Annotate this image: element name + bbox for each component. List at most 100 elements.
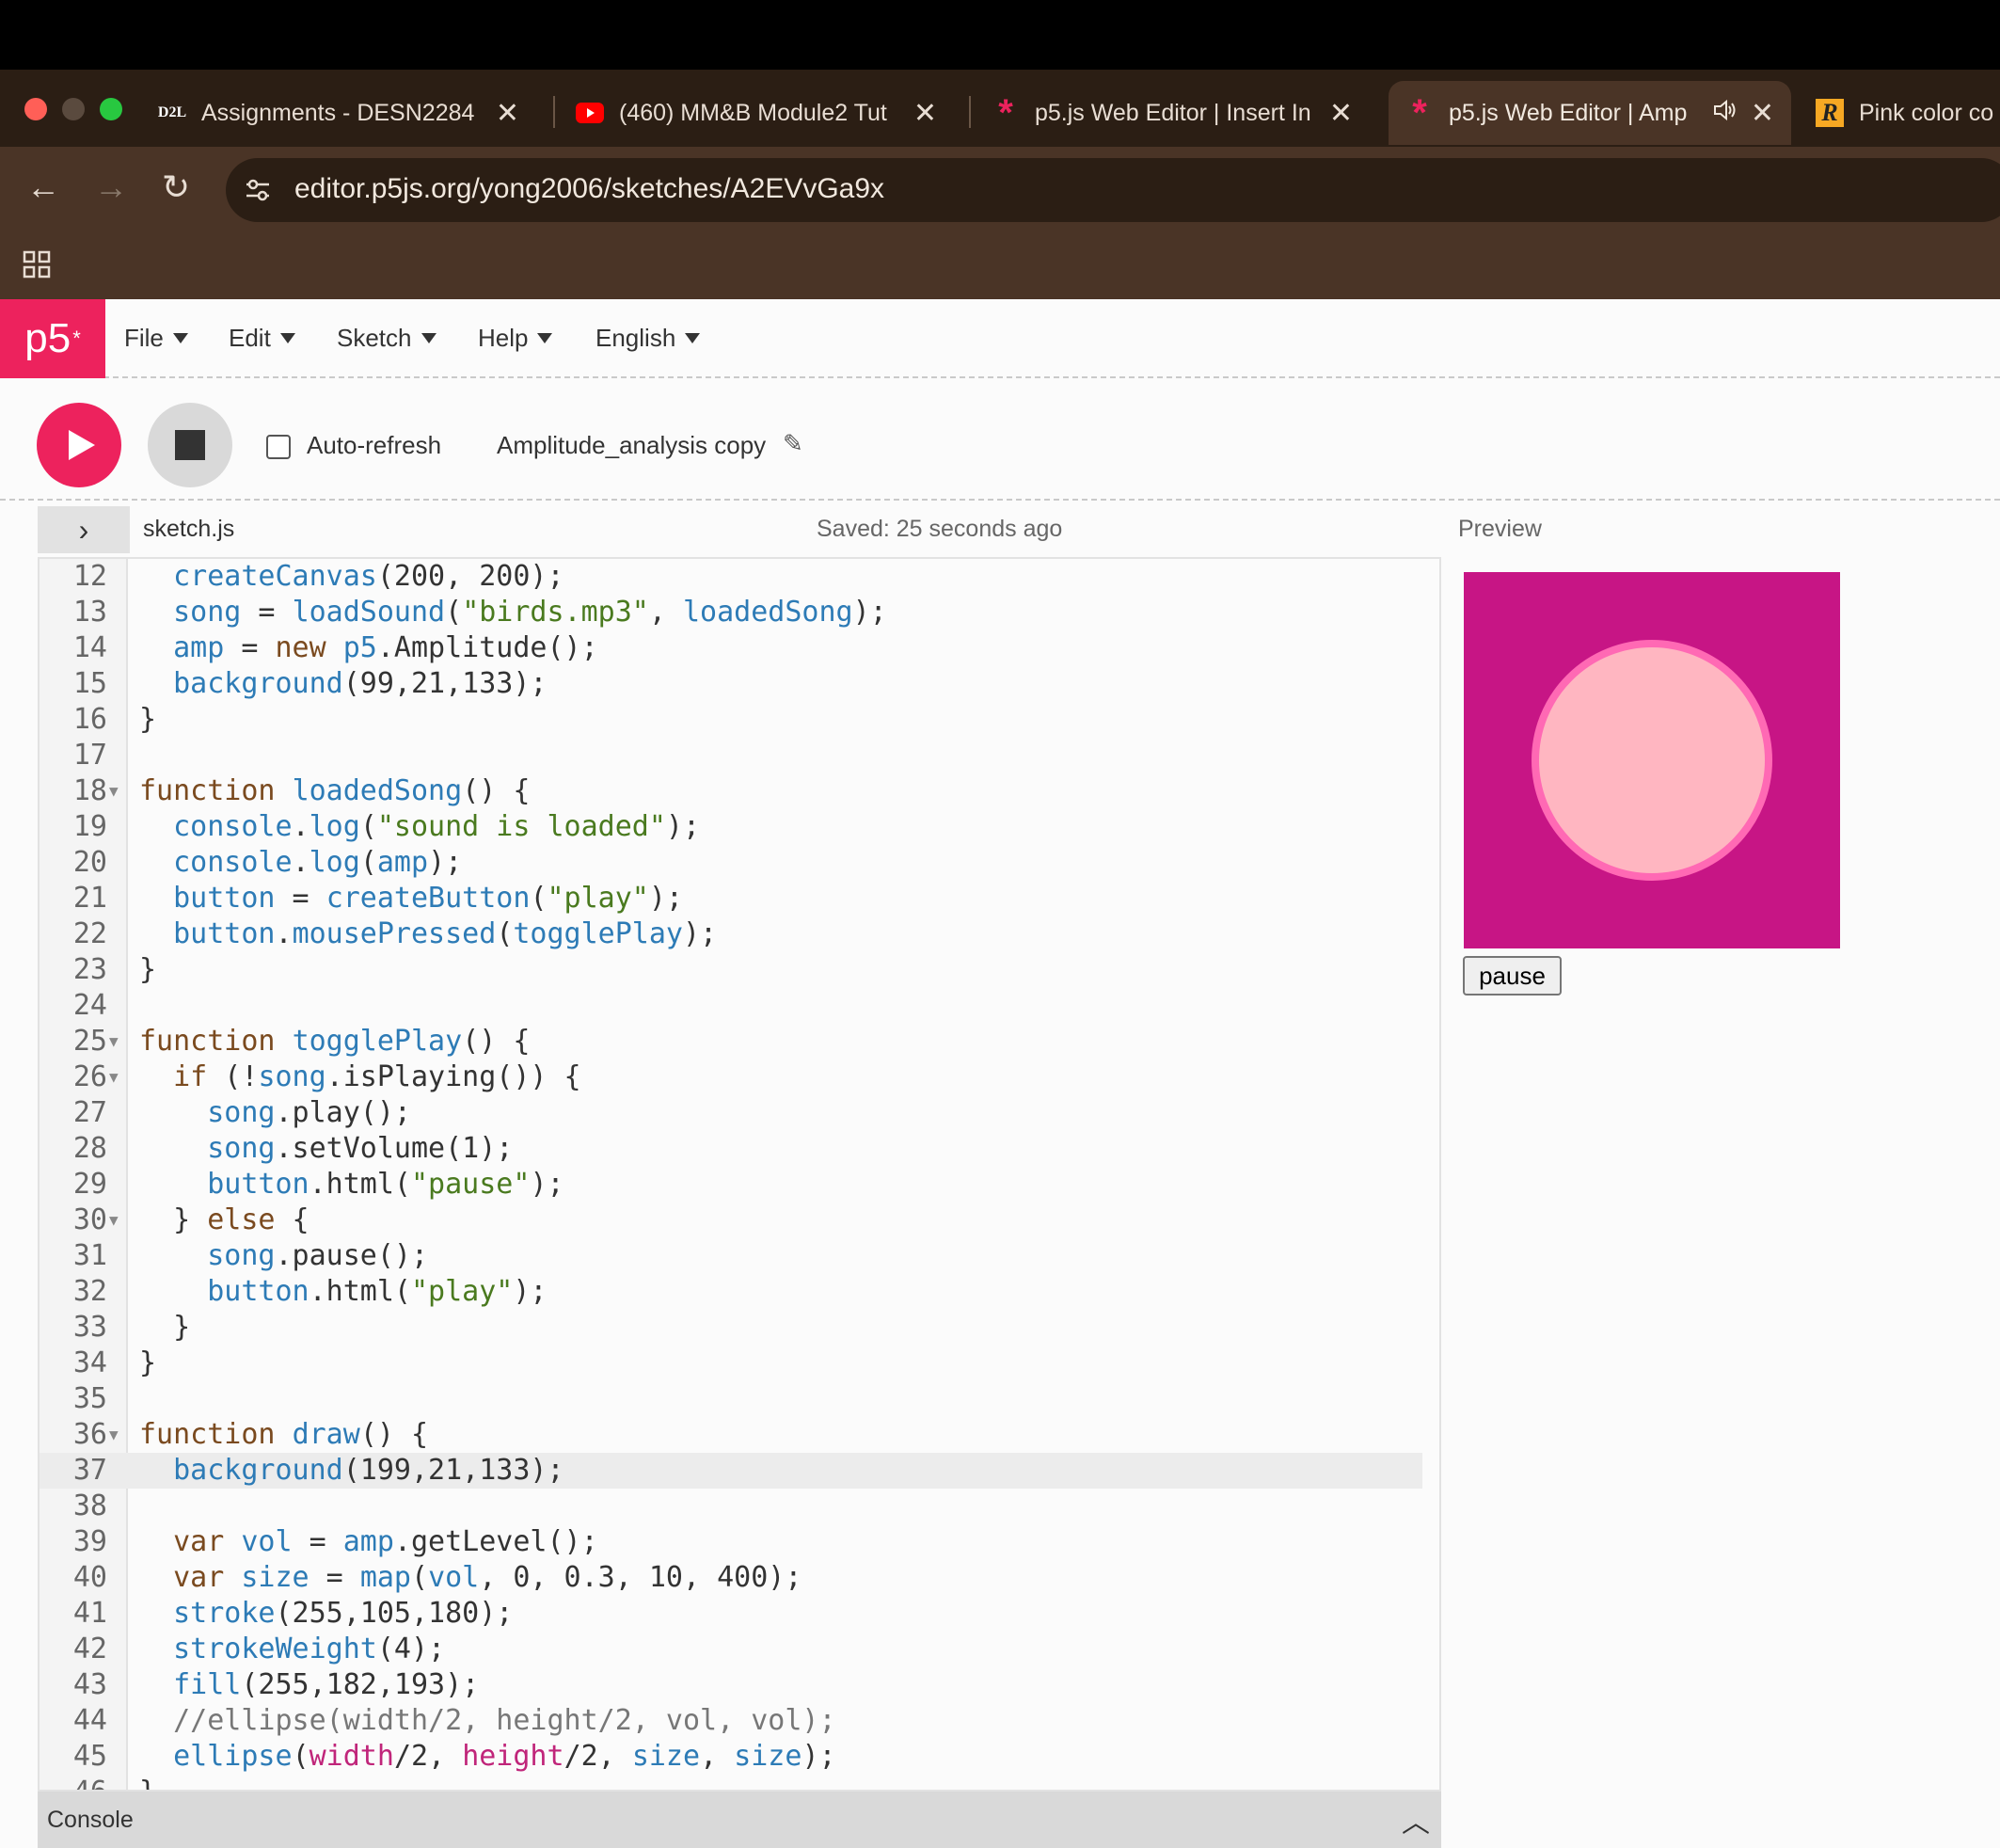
code-line[interactable]: 21 button = createButton("play"); bbox=[40, 881, 1422, 916]
tab-title: p5.js Web Editor | Amp bbox=[1449, 99, 1688, 126]
close-window-icon[interactable] bbox=[24, 98, 47, 120]
pause-button[interactable]: pause bbox=[1463, 956, 1562, 996]
menu-file[interactable]: File bbox=[124, 324, 188, 353]
preview-label: Preview bbox=[1458, 516, 1542, 542]
file-name: sketch.js bbox=[143, 516, 235, 542]
menu-help[interactable]: Help bbox=[478, 324, 553, 353]
code-line[interactable]: 37 background(199,21,133); bbox=[40, 1453, 1422, 1489]
code-line[interactable]: 13 song = loadSound("birds.mp3", loadedS… bbox=[40, 595, 1422, 630]
code-line[interactable]: 41 stroke(255,105,180); bbox=[40, 1596, 1422, 1632]
maximize-window-icon[interactable] bbox=[100, 98, 122, 120]
line-number: 18 bbox=[72, 774, 107, 807]
code-line[interactable]: 46} bbox=[40, 1775, 1422, 1790]
pencil-icon[interactable]: ✎ bbox=[783, 429, 803, 458]
browser-tab[interactable]: (460) MM&B Module2 Tut ✕ bbox=[559, 81, 954, 145]
back-arrow-icon[interactable]: ← bbox=[26, 167, 60, 207]
code-line[interactable]: 35 bbox=[40, 1381, 1422, 1417]
code-line[interactable]: 12 createCanvas(200, 200); bbox=[40, 559, 1422, 595]
browser-tab[interactable]: * p5.js Web Editor | Insert In ✕ bbox=[975, 81, 1370, 145]
reload-icon[interactable]: ↻ bbox=[162, 167, 190, 207]
code-line[interactable]: 36 ▼ function draw() { bbox=[40, 1417, 1422, 1453]
sidebar-toggle-chevron-icon[interactable]: › bbox=[38, 506, 130, 553]
close-tab-icon[interactable]: ✕ bbox=[496, 97, 519, 130]
code-line[interactable]: 27 song.play(); bbox=[40, 1095, 1422, 1131]
code-text: } else { bbox=[139, 1203, 310, 1236]
menu-edit[interactable]: Edit bbox=[229, 324, 295, 353]
menu-sketch[interactable]: Sketch bbox=[337, 324, 437, 353]
editor-toolbar: Auto-refresh Amplitude_analysis copy ✎ bbox=[0, 380, 2000, 501]
code-line[interactable]: 29 button.html("pause"); bbox=[40, 1167, 1422, 1203]
code-text: strokeWeight(4); bbox=[173, 1633, 446, 1665]
code-line[interactable]: 19 console.log("sound is loaded"); bbox=[40, 809, 1422, 845]
code-line[interactable]: 44 //ellipse(width/2, height/2, vol, vol… bbox=[40, 1703, 1422, 1739]
code-editor[interactable]: 12 createCanvas(200, 200); 13 song = load… bbox=[38, 557, 1441, 1792]
line-number: 38 bbox=[72, 1490, 107, 1522]
code-line[interactable]: 33 } bbox=[40, 1310, 1422, 1346]
site-settings-icon[interactable] bbox=[243, 175, 273, 210]
chevron-up-icon[interactable]: ︿ bbox=[1402, 1799, 1430, 1840]
code-line[interactable]: 28 song.setVolume(1); bbox=[40, 1131, 1422, 1167]
code-line[interactable]: 15 background(99,21,133); bbox=[40, 666, 1422, 702]
code-line[interactable]: 34} bbox=[40, 1346, 1422, 1381]
code-line[interactable]: 23} bbox=[40, 952, 1422, 988]
p5-logo[interactable]: p5 * bbox=[0, 299, 105, 378]
line-number: 35 bbox=[72, 1382, 107, 1415]
code-line[interactable]: 42 strokeWeight(4); bbox=[40, 1632, 1422, 1667]
code-line[interactable]: 30 ▼ } else { bbox=[40, 1203, 1422, 1238]
forward-arrow-icon[interactable]: → bbox=[94, 167, 128, 207]
code-line[interactable]: 26 ▼ if (!song.isPlaying()) { bbox=[40, 1059, 1422, 1095]
fold-arrow-icon[interactable]: ▼ bbox=[109, 1059, 119, 1095]
code-line[interactable]: 14 amp = new p5.Amplitude(); bbox=[40, 630, 1422, 666]
code-line[interactable]: 43 fill(255,182,193); bbox=[40, 1667, 1422, 1703]
close-tab-icon[interactable]: ✕ bbox=[1751, 97, 1774, 130]
r-icon: R bbox=[1816, 99, 1844, 127]
caret-down-icon bbox=[537, 333, 553, 343]
speaker-icon[interactable] bbox=[1713, 99, 1738, 128]
browser-tab[interactable]: D2L Assignments - DESN2284 ✕ bbox=[141, 81, 536, 145]
browser-tab[interactable]: R Pink color co bbox=[1799, 81, 2000, 145]
line-number: 20 bbox=[72, 846, 107, 879]
fold-arrow-icon[interactable]: ▼ bbox=[109, 1203, 119, 1238]
code-line[interactable]: 18 ▼ function loadedSong() { bbox=[40, 773, 1422, 809]
menu-language[interactable]: English bbox=[595, 324, 701, 353]
code-text: song.setVolume(1); bbox=[207, 1132, 514, 1165]
stop-button[interactable] bbox=[148, 403, 232, 487]
code-line[interactable]: 24 bbox=[40, 988, 1422, 1024]
code-text: createCanvas(200, 200); bbox=[173, 560, 564, 593]
code-text: button = createButton("play"); bbox=[173, 882, 683, 915]
line-number: 43 bbox=[72, 1668, 107, 1701]
auto-refresh-checkbox[interactable] bbox=[266, 435, 291, 459]
menu-label: Help bbox=[478, 324, 529, 352]
apps-grid-icon[interactable] bbox=[23, 250, 51, 283]
line-number: 41 bbox=[72, 1597, 107, 1630]
code-line[interactable]: 31 song.pause(); bbox=[40, 1238, 1422, 1274]
console-panel[interactable]: Console ︿ bbox=[38, 1792, 1441, 1848]
minimize-window-icon[interactable] bbox=[62, 98, 85, 120]
code-line[interactable]: 38 bbox=[40, 1489, 1422, 1524]
code-line[interactable]: 32 button.html("play"); bbox=[40, 1274, 1422, 1310]
code-line[interactable]: 25 ▼ function togglePlay() { bbox=[40, 1024, 1422, 1059]
caret-down-icon bbox=[279, 333, 295, 343]
code-line[interactable]: 16} bbox=[40, 702, 1422, 738]
code-line[interactable]: 39 var vol = amp.getLevel(); bbox=[40, 1524, 1422, 1560]
line-number: 13 bbox=[72, 596, 107, 629]
tab-title: (460) MM&B Module2 Tut bbox=[619, 99, 887, 126]
line-number: 24 bbox=[72, 989, 107, 1022]
close-tab-icon[interactable]: ✕ bbox=[1329, 97, 1353, 130]
sketch-name[interactable]: Amplitude_analysis copy bbox=[497, 431, 766, 460]
fold-arrow-icon[interactable]: ▼ bbox=[109, 773, 119, 809]
fold-arrow-icon[interactable]: ▼ bbox=[109, 1417, 119, 1453]
line-number: 25 bbox=[72, 1025, 107, 1058]
code-line[interactable]: 17 bbox=[40, 738, 1422, 773]
play-icon bbox=[69, 430, 95, 460]
saved-status: Saved: 25 seconds ago bbox=[817, 516, 1063, 542]
code-line[interactable]: 45 ellipse(width/2, height/2, size, size… bbox=[40, 1739, 1422, 1775]
fold-arrow-icon[interactable]: ▼ bbox=[109, 1024, 119, 1059]
play-button[interactable] bbox=[37, 403, 121, 487]
code-line[interactable]: 22 button.mousePressed(togglePlay); bbox=[40, 916, 1422, 952]
code-line[interactable]: 20 console.log(amp); bbox=[40, 845, 1422, 881]
url-text[interactable]: editor.p5js.org/yong2006/sketches/A2EVvG… bbox=[294, 173, 884, 205]
code-line[interactable]: 40 var size = map(vol, 0, 0.3, 10, 400); bbox=[40, 1560, 1422, 1596]
browser-tab-active[interactable]: * p5.js Web Editor | Amp ✕ bbox=[1389, 81, 1791, 145]
close-tab-icon[interactable]: ✕ bbox=[913, 97, 937, 130]
